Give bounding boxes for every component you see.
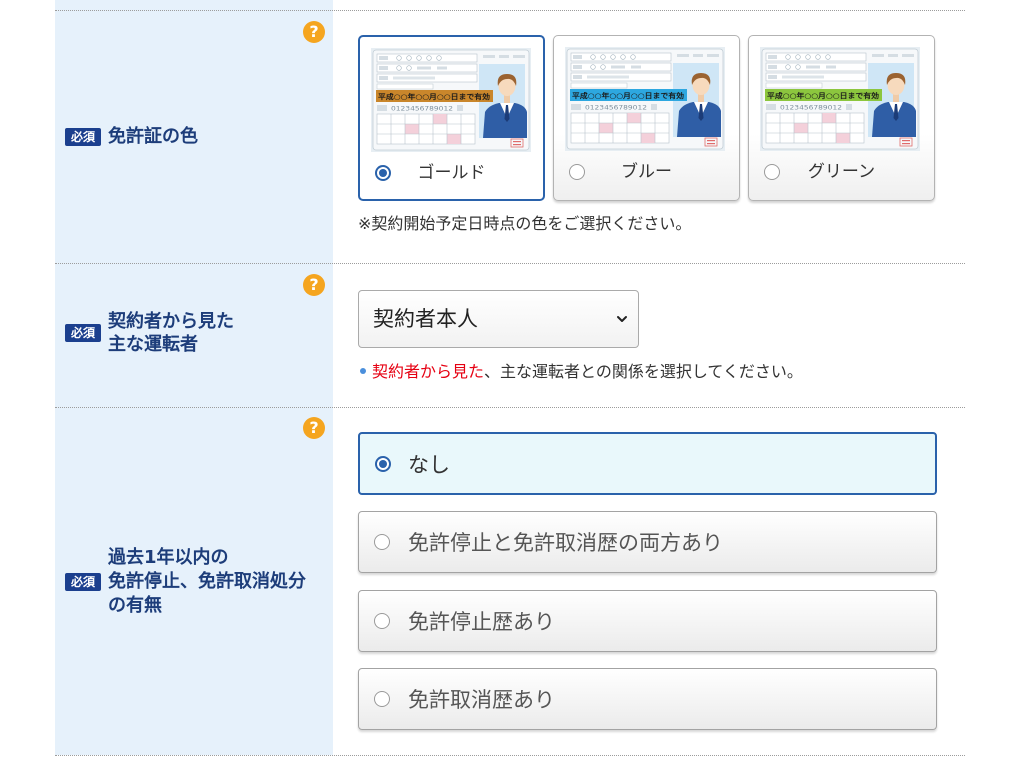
history-option-both[interactable]: 免許停止と免許取消歴の両方あり — [358, 511, 937, 573]
license-color-option-blue[interactable]: 平成○○年○○月○○日まで有効 0123456789012 ブルー — [553, 35, 740, 201]
field-label-license-color: 免許証の色 — [108, 125, 198, 149]
license-validity-band: 平成○○年○○月○○日まで有効 — [765, 89, 882, 101]
license-condition-grid — [570, 112, 670, 144]
field-label-line: 免許証の色 — [108, 126, 198, 147]
chevron-down-icon — [617, 316, 627, 322]
license-number-text: 0123456789012 — [391, 106, 453, 113]
field-label-suspension-history: 過去1年以内の 免許停止、免許取消処分 の有無 — [108, 546, 306, 618]
option-label: グリーン — [807, 162, 876, 182]
license-color-option-green[interactable]: 平成○○年○○月○○日まで有効 0123456789012 グリーン — [748, 35, 935, 201]
radio-button[interactable] — [374, 613, 390, 629]
required-badge: 必須 — [65, 324, 101, 342]
license-validity-band: 平成○○年○○月○○日まで有効 — [376, 90, 493, 102]
insurance-form-page: ? 必須 免許証の色 平成○○年○○月○○日まで有効 0123456789012 — [0, 0, 1024, 777]
license-condition-grid — [765, 112, 865, 144]
field-label-line: の有無 — [108, 595, 162, 616]
option-label: ゴールド — [417, 163, 486, 183]
question-circle-icon[interactable]: ? — [303, 417, 325, 439]
license-card-image: 平成○○年○○月○○日まで有効 0123456789012 — [760, 47, 920, 151]
field-label-line: 契約者から見た — [108, 311, 234, 332]
license-illustration: 平成○○年○○月○○日まで有効 0123456789012 — [371, 48, 531, 152]
field-label-line: 主な運転者 — [108, 334, 198, 355]
row-divider — [55, 755, 965, 756]
question-circle-icon[interactable]: ? — [303, 21, 325, 43]
main-driver-select[interactable]: 契約者本人 — [358, 290, 639, 348]
question-circle-icon[interactable]: ? — [303, 274, 325, 296]
radio-button[interactable] — [374, 691, 390, 707]
license-card-image: 平成○○年○○月○○日まで有効 0123456789012 — [371, 48, 531, 152]
license-illustration: 平成○○年○○月○○日まで有効 0123456789012 — [760, 47, 920, 151]
license-validity-text: 平成○○年○○月○○日まで有効 — [378, 92, 490, 101]
bullet-icon — [360, 367, 366, 374]
main-driver-note: 契約者から見た、主な運転者との関係を選択してください。 — [360, 362, 803, 382]
license-validity-text: 平成○○年○○月○○日まで有効 — [572, 91, 684, 100]
history-option-none[interactable]: なし — [358, 432, 937, 495]
row-divider — [55, 10, 965, 11]
license-color-note: ※契約開始予定日時点の色をご選択ください。 — [358, 214, 692, 233]
field-label-line: 過去1年以内の — [108, 547, 229, 568]
note-text: 、主な運転者との関係を選択してください。 — [484, 362, 803, 381]
license-card-image: 平成○○年○○月○○日まで有効 0123456789012 — [565, 47, 725, 151]
radio-button[interactable] — [375, 455, 391, 472]
option-label: なし — [408, 452, 450, 477]
row-divider — [55, 407, 965, 408]
license-number-text: 0123456789012 — [585, 105, 647, 112]
label-column — [55, 0, 333, 755]
option-label: 免許取消歴あり — [408, 688, 555, 712]
license-number-text: 0123456789012 — [780, 105, 842, 112]
license-illustration: 平成○○年○○月○○日まで有効 0123456789012 — [565, 47, 725, 151]
row-divider — [55, 263, 965, 264]
history-option-suspension[interactable]: 免許停止歴あり — [358, 590, 937, 652]
license-validity-text: 平成○○年○○月○○日まで有効 — [767, 91, 879, 100]
license-validity-band: 平成○○年○○月○○日まで有効 — [570, 89, 687, 101]
license-color-option-gold[interactable]: 平成○○年○○月○○日まで有効 0123456789012 ゴールド — [358, 35, 545, 201]
required-badge: 必須 — [65, 128, 101, 146]
field-label-line: 免許停止、免許取消処分 — [108, 571, 306, 592]
select-value: 契約者本人 — [373, 307, 478, 331]
option-label: 免許停止と免許取消歴の両方あり — [408, 531, 723, 555]
required-badge: 必須 — [65, 573, 101, 591]
note-highlight: 契約者から見た — [372, 362, 485, 381]
radio-button[interactable] — [374, 534, 390, 550]
option-label: ブルー — [621, 162, 672, 182]
option-label: 免許停止歴あり — [408, 610, 555, 634]
field-label-main-driver: 契約者から見た 主な運転者 — [108, 310, 234, 356]
license-condition-grid — [376, 113, 476, 145]
history-option-revocation[interactable]: 免許取消歴あり — [358, 668, 937, 730]
